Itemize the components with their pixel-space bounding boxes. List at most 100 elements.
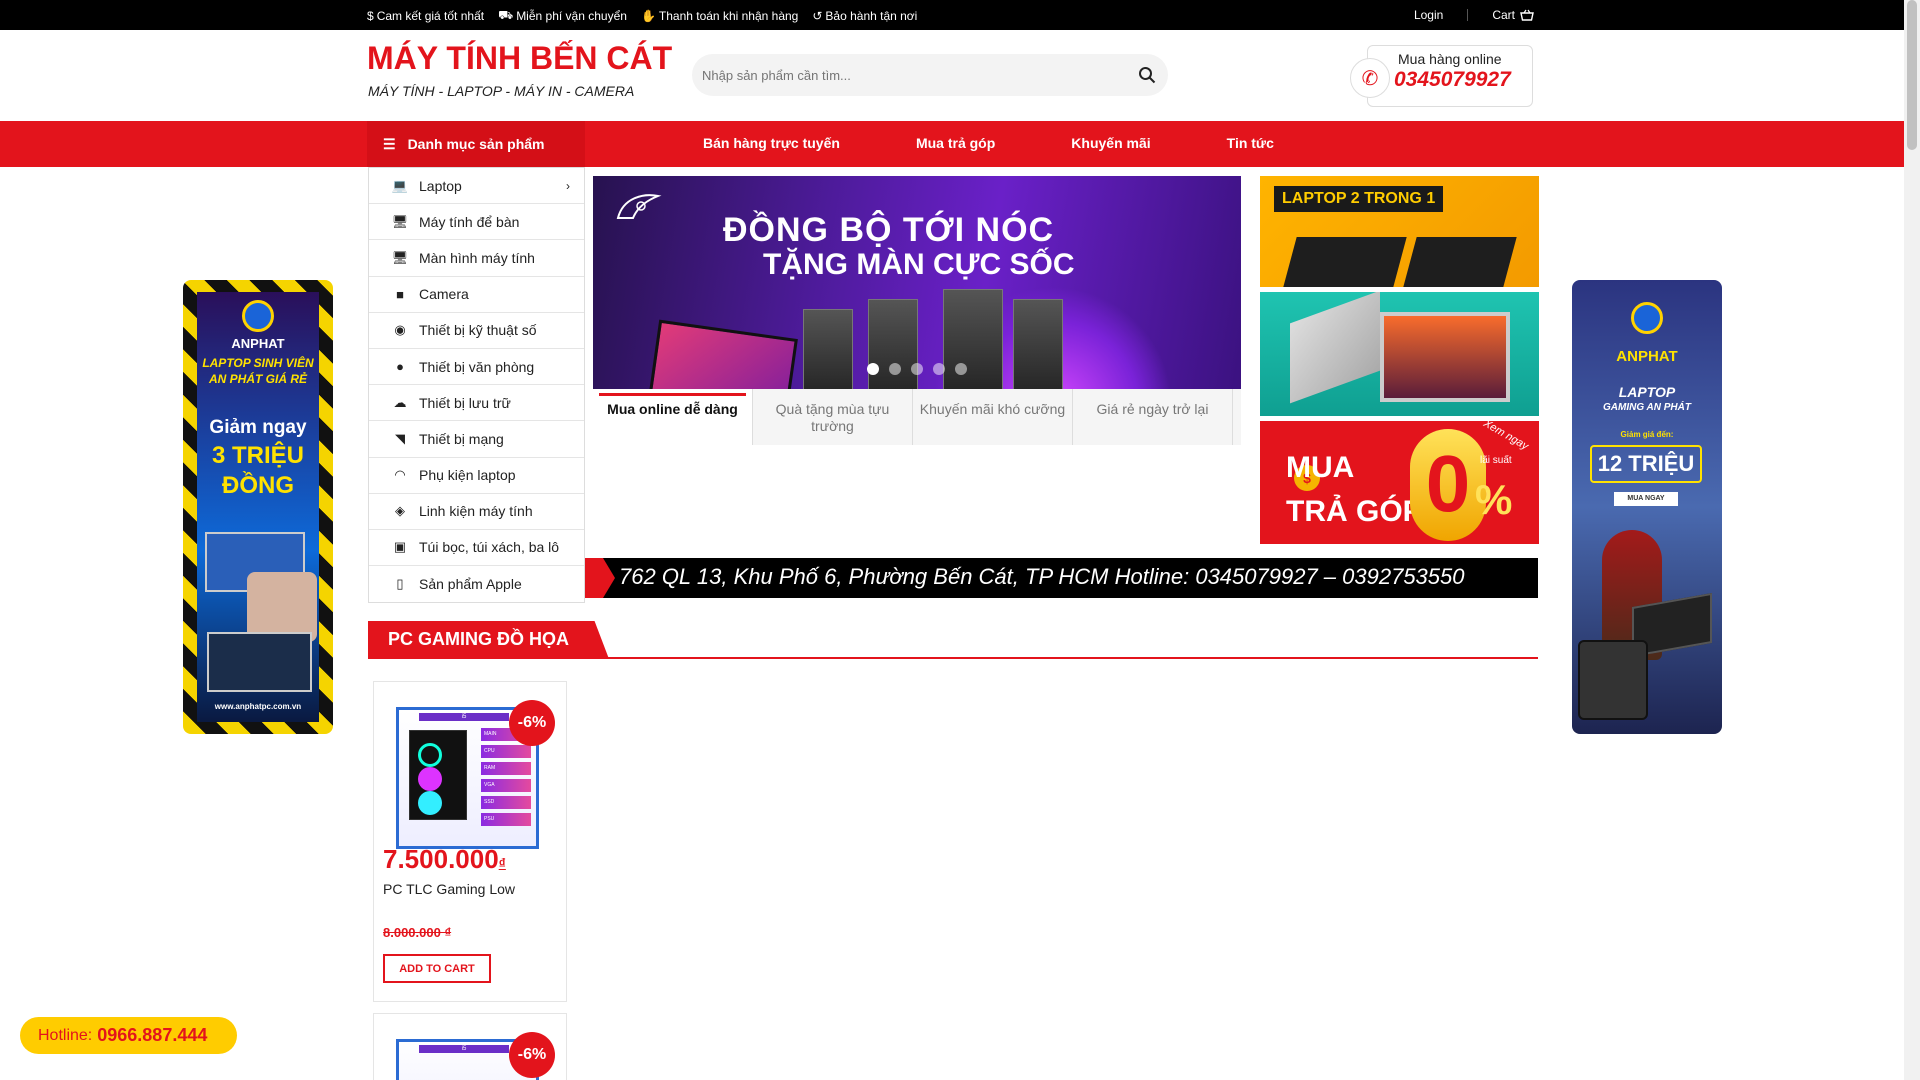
ad-text: LAPTOP bbox=[1618, 384, 1676, 400]
banner-installment-line1: MUA bbox=[1286, 451, 1355, 484]
top-bar: $ Cam kết giá tốt nhất ⛟ Miễn phí vận chuy… bbox=[0, 0, 1904, 30]
discount-badge: -6% bbox=[509, 700, 555, 746]
add-to-cart-button[interactable]: ADD TO CART bbox=[383, 954, 491, 983]
category-item-digital[interactable]: ◉ Thiết bị kỹ thuật số bbox=[369, 313, 584, 349]
banner-laptop-image bbox=[1290, 292, 1380, 404]
category-menu: 💻 Laptop › 🖥 Máy tính để bàn 🖥 Màn hình máy … bbox=[368, 167, 585, 604]
category-item-accessories[interactable]: ◠ Phụ kiện laptop bbox=[369, 458, 584, 494]
slider-dot[interactable] bbox=[955, 363, 967, 375]
slider-dot[interactable] bbox=[889, 363, 901, 375]
slider-tab[interactable]: Khuyến mãi khó cưỡng bbox=[913, 389, 1073, 445]
ad-text: LAPTOP SINH VIÊN bbox=[202, 356, 314, 370]
banner-laptop[interactable] bbox=[1260, 292, 1539, 416]
chevron-right-icon: › bbox=[566, 179, 570, 193]
slider-tabs: Mua online dễ dàng Quà tặng mùa tựu trườ… bbox=[593, 389, 1241, 445]
top-bar-account: Login Cart bbox=[1414, 8, 1534, 22]
category-item-bags[interactable]: ▣ Túi bọc, túi xách, ba lô bbox=[369, 530, 584, 567]
search-icon[interactable] bbox=[1138, 66, 1156, 84]
ad-text: GAMING AN PHÁT bbox=[1603, 402, 1691, 413]
nav-link-news[interactable]: Tin tức bbox=[1227, 135, 1274, 151]
benefit-item: ✋ Thanh toán khi nhận hàng bbox=[640, 9, 799, 23]
nav-link-installment[interactable]: Mua trả góp bbox=[916, 135, 995, 151]
mobile-icon: ▯ bbox=[396, 576, 404, 592]
category-item-apple[interactable]: ▯ Sản phẩm Apple bbox=[369, 566, 584, 602]
truck-icon: ⛟ bbox=[498, 8, 514, 22]
camera-icon: ◉ bbox=[394, 322, 406, 338]
banner-installment-line2: TRẢ GÓP bbox=[1286, 495, 1423, 528]
nav-link-promotions[interactable]: Khuyến mãi bbox=[1071, 135, 1150, 151]
product-card[interactable]: i5 MAIN CPU RAM VGA SSD PSU -6% 7.500.00… bbox=[373, 681, 567, 1002]
ad-text: ĐỒNG bbox=[222, 472, 294, 499]
banner-2in1-laptop[interactable]: LAPTOP 2 TRONG 1 bbox=[1260, 176, 1539, 287]
left-side-ad[interactable]: ANPHAT LAPTOP SINH VIÊN AN PHÁT GIÁ RẺ G… bbox=[183, 280, 333, 734]
category-item-desktop[interactable]: 🖥 Máy tính để bàn bbox=[369, 204, 584, 241]
benefit-item: ↺ Bảo hành tận nơi bbox=[812, 9, 918, 23]
nav-links: Bán hàng trực tuyến Mua trả góp Khuyến m… bbox=[703, 135, 1274, 151]
ad-brand: ANPHAT bbox=[1616, 348, 1678, 365]
divider bbox=[1467, 9, 1469, 21]
category-item-office[interactable]: ● Thiết bị văn phòng bbox=[369, 349, 584, 386]
banner-percent: % bbox=[1475, 476, 1513, 523]
slider-pc-image bbox=[1013, 299, 1063, 389]
handshake-icon: ✋ bbox=[640, 9, 656, 23]
login-link[interactable]: Login bbox=[1414, 8, 1443, 22]
slider-dot[interactable] bbox=[911, 363, 923, 375]
category-menu-button[interactable]: ☰ Danh mục sản phẩm bbox=[367, 121, 585, 167]
left-ad-content: ANPHAT LAPTOP SINH VIÊN AN PHÁT GIÁ RẺ G… bbox=[197, 292, 319, 722]
section-title[interactable]: PC GAMING ĐỒ HỌA bbox=[368, 621, 609, 659]
cart-link[interactable]: Cart bbox=[1492, 8, 1534, 22]
category-item-network[interactable]: ◥ Thiết bị mạng bbox=[369, 421, 584, 458]
site-tagline: MÁY TÍNH - LAPTOP - MÁY IN - CAMERA bbox=[368, 83, 635, 99]
category-item-storage[interactable]: ☁ Thiết bị lưu trữ bbox=[369, 385, 584, 422]
spec-row: CPU bbox=[481, 745, 531, 758]
product-image-bar: i5 bbox=[419, 1045, 509, 1053]
address-marquee: 762 QL 13, Khu Phố 6, Phường Bến Cát, TP… bbox=[585, 558, 1538, 598]
slider-dot[interactable] bbox=[867, 363, 879, 375]
banner-view-now: Xem ngay bbox=[1481, 421, 1531, 453]
banner-installment[interactable]: $ MUA TRẢ GÓP 0 lãi suất % Xem ngay bbox=[1260, 421, 1539, 544]
user-icon: ● bbox=[396, 359, 404, 375]
search-input[interactable] bbox=[692, 54, 1112, 96]
rss-icon: ◥ bbox=[395, 430, 405, 446]
product-old-price: 8.000.000 ₫ bbox=[383, 925, 452, 940]
category-item-components[interactable]: ◈ Linh kiện máy tính bbox=[369, 494, 584, 530]
laptop-icon: 💻 bbox=[391, 177, 409, 193]
scrollbar-thumb[interactable] bbox=[1907, 0, 1917, 150]
currency-symbol: ₫ bbox=[498, 855, 506, 871]
slider-tab[interactable]: Quà tặng mùa tựu trường bbox=[753, 389, 913, 445]
ad-laptop-image bbox=[207, 632, 312, 692]
category-item-camera[interactable]: ■ Camera bbox=[369, 277, 584, 313]
hotline-float-label: Hotline: bbox=[38, 1026, 93, 1044]
hotline-number: 0345079927 bbox=[1394, 68, 1511, 91]
ad-text: AN PHÁT GIÁ RẺ bbox=[208, 372, 307, 386]
slider-tab[interactable]: Mua online dễ dàng bbox=[593, 389, 753, 445]
hotline-float-button[interactable]: Hotline: 0966.887.444 bbox=[20, 1017, 237, 1054]
ad-phone-image bbox=[1578, 640, 1648, 720]
slider-tab[interactable]: Giá rẻ ngày trở lại bbox=[1073, 389, 1233, 445]
slider-pc-image bbox=[868, 299, 918, 389]
site-logo[interactable]: MÁY TÍNH BẾN CÁT bbox=[367, 40, 672, 77]
site-header: MÁY TÍNH BẾN CÁT MÁY TÍNH - LAPTOP - MÁY… bbox=[0, 30, 1904, 121]
vertical-scrollbar[interactable] bbox=[1904, 0, 1920, 1080]
search-box bbox=[692, 54, 1168, 96]
slider-monitor-image bbox=[648, 319, 798, 389]
category-item-laptop[interactable]: 💻 Laptop › bbox=[369, 168, 584, 205]
slider-dots bbox=[593, 363, 1241, 375]
ad-buy-now-button[interactable]: MUA NGAY bbox=[1614, 492, 1678, 506]
banner-interest-label: lãi suất bbox=[1480, 455, 1512, 466]
online-hotline-box[interactable]: ✆ Mua hàng online 0345079927 bbox=[1350, 45, 1533, 107]
hero-slider[interactable]: ĐỒNG BỘ TỚI NÓC TẶNG MÀN CỰC SỐC bbox=[593, 176, 1241, 389]
benefit-item: ⛟ Miễn phí vận chuyển bbox=[498, 8, 627, 23]
product-name[interactable]: PC TLC Gaming Low bbox=[383, 881, 515, 897]
category-item-monitor[interactable]: 🖥 Màn hình máy tính bbox=[369, 240, 584, 277]
phone-icon: ✆ bbox=[1350, 58, 1390, 98]
slider-dot[interactable] bbox=[933, 363, 945, 375]
product-card[interactable]: i5 -6% bbox=[373, 1013, 567, 1080]
right-side-ad[interactable]: ANPHAT LAPTOP GAMING AN PHÁT Giảm giá đế… bbox=[1572, 280, 1722, 734]
banner-device-image bbox=[1403, 237, 1517, 287]
nav-link-online-sales[interactable]: Bán hàng trực tuyến bbox=[703, 135, 840, 151]
refresh-icon: ↺ bbox=[812, 9, 823, 23]
camera-video-icon: ■ bbox=[396, 286, 404, 302]
dollar-icon: $ bbox=[367, 9, 374, 23]
cube-icon: ◈ bbox=[395, 503, 405, 519]
